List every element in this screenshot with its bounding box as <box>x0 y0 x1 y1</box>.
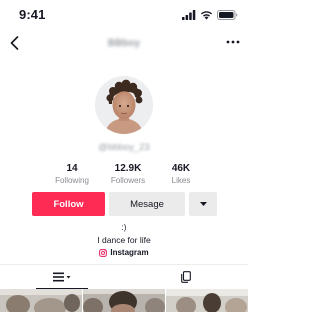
stat-likes-label: Likes <box>171 176 191 185</box>
stat-likes-count: 46K <box>171 163 191 174</box>
instagram-icon <box>99 248 108 257</box>
stat-followers-label: Followers <box>110 176 146 185</box>
grid-list-icon <box>53 272 71 282</box>
avatar[interactable] <box>95 76 153 134</box>
follow-button[interactable]: Follow <box>32 192 105 216</box>
profile-photo <box>95 76 153 134</box>
video-thumbnail-image <box>166 289 248 312</box>
nav-bar: BBboy <box>0 30 248 58</box>
profile-actions: Follow Mesage <box>0 192 248 216</box>
profile-title: BBboy <box>107 38 141 49</box>
liked-videos-icon <box>181 271 191 283</box>
tab-videos[interactable] <box>0 265 124 289</box>
video-thumbnail[interactable] <box>166 289 248 312</box>
instagram-link[interactable]: Instagram <box>0 248 248 257</box>
video-thumbnail-image <box>0 289 82 312</box>
username: @bbboy_23 <box>98 142 150 153</box>
video-thumbnail-image <box>83 289 165 312</box>
wifi-icon <box>200 11 213 20</box>
video-grid <box>0 289 248 312</box>
video-thumbnail[interactable] <box>0 289 82 312</box>
bio-text: I dance for life <box>97 235 151 245</box>
profile-stats: 14 Following 12.9K Followers 46K Likes <box>0 163 248 187</box>
instagram-link-label: Instagram <box>110 248 149 257</box>
video-thumbnail[interactable] <box>83 289 165 312</box>
suggested-accounts-button[interactable] <box>189 192 217 216</box>
stat-following-label: Following <box>55 176 89 185</box>
more-horizontal-icon <box>226 40 240 44</box>
status-bar: 9:41 <box>0 0 248 30</box>
cellular-signal-icon <box>182 10 196 20</box>
stat-following[interactable]: 14 Following <box>42 163 102 187</box>
caret-down-icon <box>199 202 207 206</box>
status-icons <box>182 9 238 21</box>
battery-icon <box>217 10 238 20</box>
stat-followers[interactable]: 12.9K Followers <box>98 163 158 187</box>
stat-followers-count: 12.9K <box>114 163 142 174</box>
stat-likes[interactable]: 46K Likes <box>151 163 211 187</box>
status-time: 9:41 <box>19 7 46 22</box>
profile-tabs <box>0 264 248 289</box>
bio-emoticon: :) <box>121 223 127 232</box>
more-options-button[interactable] <box>222 34 244 50</box>
stat-following-count: 14 <box>66 163 78 174</box>
tab-liked[interactable] <box>124 265 248 289</box>
message-button[interactable]: Mesage <box>109 192 185 216</box>
